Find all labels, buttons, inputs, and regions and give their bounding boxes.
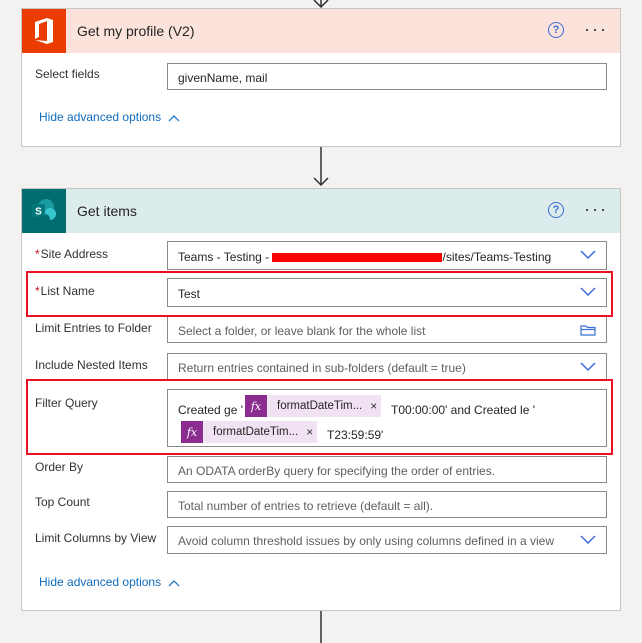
top-count-placeholder: Total number of entries to retrieve (def… — [178, 499, 434, 513]
order-by-placeholder: An ODATA orderBy query for specifying th… — [178, 464, 496, 478]
site-address-value: Teams - Testing - /sites/Teams-Testing — [178, 250, 551, 264]
connector-arrow-middle — [311, 147, 331, 187]
action-card-get-my-profile: Get my profile (V2) ? ··· Select fields … — [21, 8, 621, 147]
card-header[interactable]: S Get items ? ··· — [22, 189, 620, 233]
nested-items-label: Include Nested Items — [35, 358, 148, 372]
nested-items-value: Return entries contained in sub-folders … — [178, 361, 466, 375]
hide-advanced-options-link[interactable]: Hide advanced options — [39, 110, 180, 124]
arrow-down-icon — [320, 611, 322, 643]
redacted-block — [272, 253, 443, 263]
card-title: Get my profile (V2) — [77, 23, 195, 39]
top-count-input[interactable]: Total number of entries to retrieve (def… — [167, 491, 607, 518]
help-icon[interactable]: ? — [548, 202, 564, 218]
chevron-up-icon — [169, 579, 180, 587]
more-options-icon[interactable]: ··· — [584, 200, 608, 218]
site-address-dropdown[interactable]: Teams - Testing - /sites/Teams-Testing — [167, 241, 607, 270]
more-options-icon[interactable]: ··· — [584, 20, 608, 38]
help-icon[interactable]: ? — [548, 22, 564, 38]
select-fields-value: givenName, mail — [178, 71, 268, 85]
hide-advanced-label: Hide advanced options — [39, 110, 162, 124]
chevron-down-icon[interactable] — [580, 250, 596, 260]
folder-icon[interactable] — [580, 324, 596, 336]
order-by-label: Order By — [35, 460, 84, 474]
site-address-label: *Site Address — [35, 247, 108, 261]
limit-view-label: Limit Columns by View — [35, 531, 157, 545]
highlight-filter-query — [26, 379, 613, 455]
top-count-label: Top Count — [35, 495, 90, 509]
card-header[interactable]: Get my profile (V2) ? ··· — [22, 9, 620, 53]
site-address-label-text: Site Address — [40, 247, 109, 261]
highlight-list-name — [26, 271, 613, 317]
card-title: Get items — [77, 203, 137, 219]
chevron-down-icon[interactable] — [580, 535, 596, 545]
order-by-input[interactable]: An ODATA orderBy query for specifying th… — [167, 456, 607, 483]
limit-folder-input[interactable]: Select a folder, or leave blank for the … — [167, 316, 607, 343]
limit-folder-placeholder: Select a folder, or leave blank for the … — [178, 324, 426, 338]
office365-icon — [22, 9, 66, 53]
hide-advanced-label: Hide advanced options — [39, 575, 162, 589]
chevron-up-icon — [169, 114, 180, 122]
site-address-prefix: Teams - Testing - — [178, 250, 273, 264]
select-fields-label: Select fields — [35, 67, 100, 81]
svg-text:S: S — [35, 207, 42, 218]
site-address-suffix: /sites/Teams-Testing — [442, 250, 552, 264]
chevron-down-icon[interactable] — [580, 362, 596, 372]
nested-items-dropdown[interactable]: Return entries contained in sub-folders … — [167, 353, 607, 380]
required-mark: * — [35, 247, 40, 261]
limit-view-dropdown[interactable]: Avoid column threshold issues by only us… — [167, 526, 607, 554]
sharepoint-icon: S — [22, 189, 66, 233]
connector-arrow-bottom — [311, 611, 331, 643]
hide-advanced-options-link[interactable]: Hide advanced options — [39, 575, 180, 589]
arrow-down-icon — [313, 147, 329, 187]
arrow-down-icon — [313, 0, 329, 8]
limit-folder-label: Limit Entries to Folder — [35, 321, 152, 335]
select-fields-input[interactable]: givenName, mail — [167, 63, 607, 90]
connector-arrow-top — [311, 0, 331, 8]
limit-view-placeholder: Avoid column threshold issues by only us… — [178, 534, 554, 548]
